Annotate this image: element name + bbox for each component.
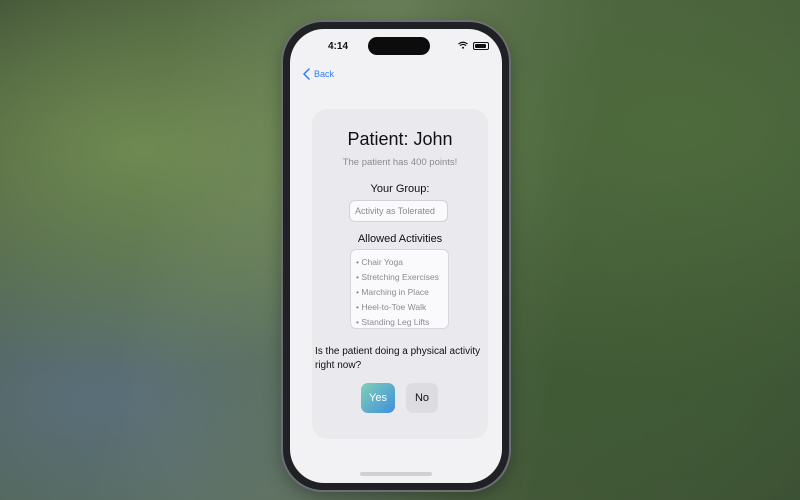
phone-screen: 4:14 Back Patient: John The patient has … bbox=[290, 29, 502, 483]
activities-label: Allowed Activities bbox=[357, 233, 443, 245]
yes-button[interactable]: Yes bbox=[361, 383, 395, 413]
group-field[interactable]: Activity as Tolerated bbox=[349, 200, 448, 222]
list-item: • Stretching Exercises bbox=[356, 272, 439, 282]
patient-card: Patient: John The patient has 400 points… bbox=[312, 109, 488, 439]
points-text: The patient has 400 points! bbox=[342, 157, 458, 168]
chevron-left-icon bbox=[303, 68, 310, 80]
list-item: • Chair Yoga bbox=[356, 257, 403, 267]
list-item: • Heel-to-Toe Walk bbox=[356, 302, 427, 312]
group-label: Your Group: bbox=[370, 183, 430, 195]
activity-question: Is the patient doing a physical activity… bbox=[315, 346, 481, 371]
activities-list[interactable]: • Chair Yoga • Stretching Exercises • Ma… bbox=[350, 249, 449, 329]
page-title: Patient: John bbox=[347, 129, 453, 149]
back-button[interactable]: Back bbox=[302, 65, 334, 83]
home-indicator bbox=[360, 472, 432, 476]
status-bar: 4:14 bbox=[290, 29, 502, 65]
back-label: Back bbox=[314, 69, 335, 79]
list-item: • Marching in Place bbox=[356, 287, 429, 297]
battery-icon bbox=[473, 42, 489, 50]
status-time: 4:14 bbox=[328, 41, 349, 52]
list-item: • Standing Leg Lifts bbox=[356, 317, 430, 327]
wifi-icon bbox=[458, 41, 468, 49]
dynamic-island bbox=[368, 37, 430, 55]
phone-frame: 4:14 Back Patient: John The patient has … bbox=[283, 22, 509, 490]
no-button[interactable]: No bbox=[406, 383, 438, 413]
